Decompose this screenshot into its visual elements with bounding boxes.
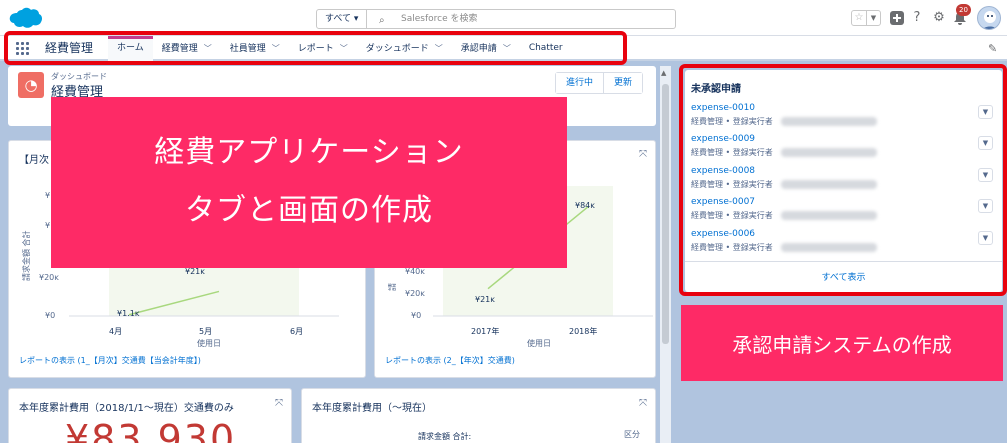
x-axis-title: 使用日	[527, 339, 551, 348]
data-label: ¥21ĸ	[475, 295, 495, 304]
data-label: ¥84ĸ	[575, 201, 595, 210]
chevron-down-icon[interactable]: ▼	[866, 11, 880, 25]
report-link[interactable]: レポートの表示 (1_【月次】交通費【当会計年度】)	[19, 355, 201, 366]
highlight-outline	[679, 64, 1007, 296]
card-title: 本年度累計費用（2018/1/1～現在）交通費のみ	[19, 403, 234, 414]
y-tick-label: ¥20ĸ	[405, 289, 425, 298]
card-title: 本年度累計費用（～現在）	[312, 403, 432, 414]
status-button[interactable]: 進行中	[556, 73, 604, 93]
ytd-transport-value: ¥83,930	[65, 417, 237, 443]
dashboard-buttons: 進行中 更新	[555, 72, 644, 94]
dashboard-icon: ◔	[18, 72, 44, 98]
settings-icon[interactable]: ⚙	[930, 9, 948, 27]
x-tick-label: 6月	[290, 327, 304, 336]
data-label: ¥1.1ĸ	[117, 309, 140, 318]
y-axis-title: 請	[388, 283, 397, 291]
y-tick-label: ¥20ĸ	[39, 273, 59, 282]
data-label: ¥21ĸ	[185, 267, 205, 276]
salesforce-logo[interactable]	[8, 6, 44, 30]
favorites-button[interactable]: ☆ ▼	[851, 10, 881, 26]
x-axis-title: 使用日	[197, 339, 221, 348]
x-tick-label: 5月	[199, 327, 213, 336]
search-scope-select[interactable]: すべて ▾	[316, 9, 367, 29]
overlay-line: 経費アプリケーション	[154, 135, 464, 170]
y-tick-label: ¥40ĸ	[405, 267, 425, 276]
ytd-total-card: 本年度累計費用（～現在） ⤧ 請求金額 合計: 区分	[301, 388, 656, 443]
y-tick-label: ¥0	[411, 311, 422, 320]
expand-icon[interactable]: ⤧	[639, 398, 647, 409]
chart-title: 【月次	[19, 155, 49, 166]
help-icon[interactable]: ?	[908, 9, 926, 27]
expand-icon[interactable]: ⤧	[275, 398, 283, 409]
x-tick-label: 2017年	[471, 327, 500, 336]
y-tick-label: ¥	[45, 221, 51, 230]
search-placeholder: Salesforce を検索	[401, 14, 478, 24]
highlight-outline	[4, 31, 627, 65]
star-icon: ☆	[854, 12, 864, 23]
report-link[interactable]: レポートの表示 (2_【年次】交通費)	[385, 355, 515, 366]
expand-icon[interactable]: ⤧	[639, 149, 647, 160]
search-icon: ⌕	[379, 15, 385, 26]
side-label: 区分	[624, 430, 640, 439]
refresh-button[interactable]: 更新	[603, 73, 643, 93]
search-input[interactable]: ⌕ Salesforce を検索	[367, 9, 676, 29]
scroll-thumb[interactable]	[662, 84, 669, 344]
annotation-overlay-main: 経費アプリケーション タブと画面の作成	[51, 97, 567, 268]
scrollbar[interactable]: ▲	[660, 66, 671, 443]
y-tick-label: ¥0	[45, 311, 56, 320]
sub-label: 請求金額 合計:	[418, 432, 472, 441]
overlay-line: タブと画面の作成	[185, 193, 433, 228]
scroll-up-icon[interactable]: ▲	[661, 69, 666, 77]
add-icon[interactable]	[888, 9, 906, 27]
edit-nav-icon[interactable]: ✎	[988, 42, 997, 55]
annotation-overlay-side: 承認申請システムの作成	[681, 305, 1003, 381]
notification-badge: 20	[956, 4, 971, 16]
y-tick-label: ¥	[45, 191, 51, 200]
x-tick-label: 2018年	[569, 327, 598, 336]
x-tick-label: 4月	[109, 327, 123, 336]
y-axis-title: 請求金額 合計	[22, 230, 31, 281]
avatar[interactable]	[977, 6, 1001, 30]
overlay-line: 承認申請システムの作成	[732, 333, 952, 357]
